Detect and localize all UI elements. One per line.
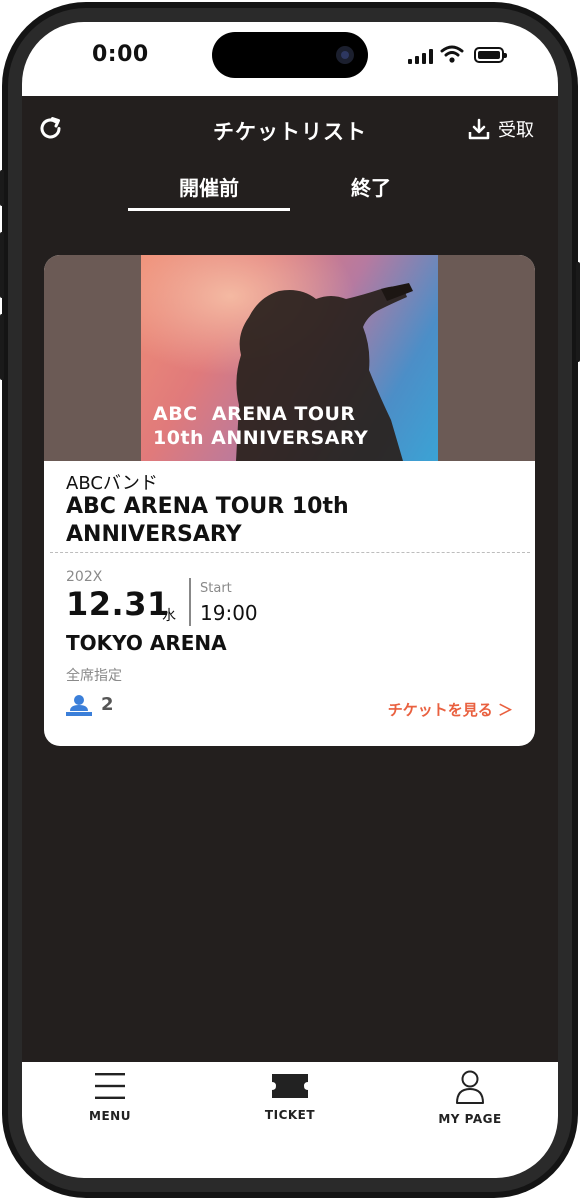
dynamic-island bbox=[212, 32, 368, 78]
nav-menu[interactable]: MENU bbox=[40, 1062, 180, 1152]
active-tab-indicator bbox=[128, 208, 290, 211]
poster-title: ABC ARENA TOUR 10th ANNIVERSARY bbox=[153, 403, 369, 449]
event-poster: ABC ARENA TOUR 10th ANNIVERSARY bbox=[141, 255, 438, 461]
view-ticket-link[interactable]: チケットを見る ＞ bbox=[388, 699, 513, 720]
nav-mypage[interactable]: MY PAGE bbox=[400, 1062, 540, 1152]
venue-name: TOKYO ARENA bbox=[66, 631, 227, 655]
start-time: 19:00 bbox=[200, 601, 258, 625]
date-divider bbox=[189, 578, 191, 626]
start-label: Start bbox=[200, 581, 232, 596]
ticket-count: 2 bbox=[101, 694, 114, 715]
battery-icon bbox=[474, 47, 507, 63]
artist-name: ABCバンド bbox=[66, 473, 158, 494]
menu-icon bbox=[95, 1073, 125, 1099]
signal-icon bbox=[408, 48, 433, 64]
side-button bbox=[0, 314, 4, 380]
event-date: 12.31 bbox=[66, 585, 170, 623]
event-weekday: 水 bbox=[162, 608, 176, 624]
download-icon bbox=[468, 118, 490, 140]
nav-menu-label: MENU bbox=[89, 1109, 131, 1123]
person-count-icon bbox=[66, 695, 92, 716]
tab-upcoming[interactable]: 開催前 bbox=[128, 172, 290, 201]
side-button bbox=[576, 262, 580, 362]
tab-ended[interactable]: 終了 bbox=[290, 172, 452, 201]
tab-bar: 開催前 終了 bbox=[22, 160, 558, 214]
person-icon bbox=[456, 1070, 484, 1104]
status-bar: 0:00 bbox=[22, 22, 558, 96]
side-button bbox=[0, 232, 4, 298]
bottom-nav: MENU TICKET MY PAGE bbox=[22, 1062, 558, 1178]
nav-mypage-label: MY PAGE bbox=[438, 1112, 502, 1126]
ticket-card[interactable]: ABC ARENA TOUR 10th ANNIVERSARY ABCバンド A… bbox=[44, 255, 535, 746]
nav-ticket[interactable]: TICKET bbox=[220, 1062, 360, 1152]
divider bbox=[50, 552, 530, 553]
receive-label: 受取 bbox=[498, 120, 534, 141]
event-year: 202X bbox=[66, 569, 103, 585]
camera-icon bbox=[336, 46, 354, 64]
wifi-icon bbox=[440, 45, 464, 63]
ticket-media: ABC ARENA TOUR 10th ANNIVERSARY bbox=[44, 255, 535, 461]
receive-button[interactable]: 受取 bbox=[468, 116, 534, 142]
app-screen: 0:00 チケットリスト 受取 開催前 終了 ABC ARENA TOUR 10… bbox=[22, 22, 558, 1178]
app-header: チケットリスト 受取 bbox=[22, 96, 558, 160]
seat-type: 全席指定 bbox=[66, 668, 122, 684]
nav-ticket-label: TICKET bbox=[264, 1108, 316, 1122]
side-button bbox=[0, 170, 4, 206]
ticket-icon bbox=[272, 1074, 308, 1098]
event-title: ABC ARENA TOUR 10th ANNIVERSARY bbox=[66, 494, 349, 547]
status-time: 0:00 bbox=[92, 42, 149, 67]
